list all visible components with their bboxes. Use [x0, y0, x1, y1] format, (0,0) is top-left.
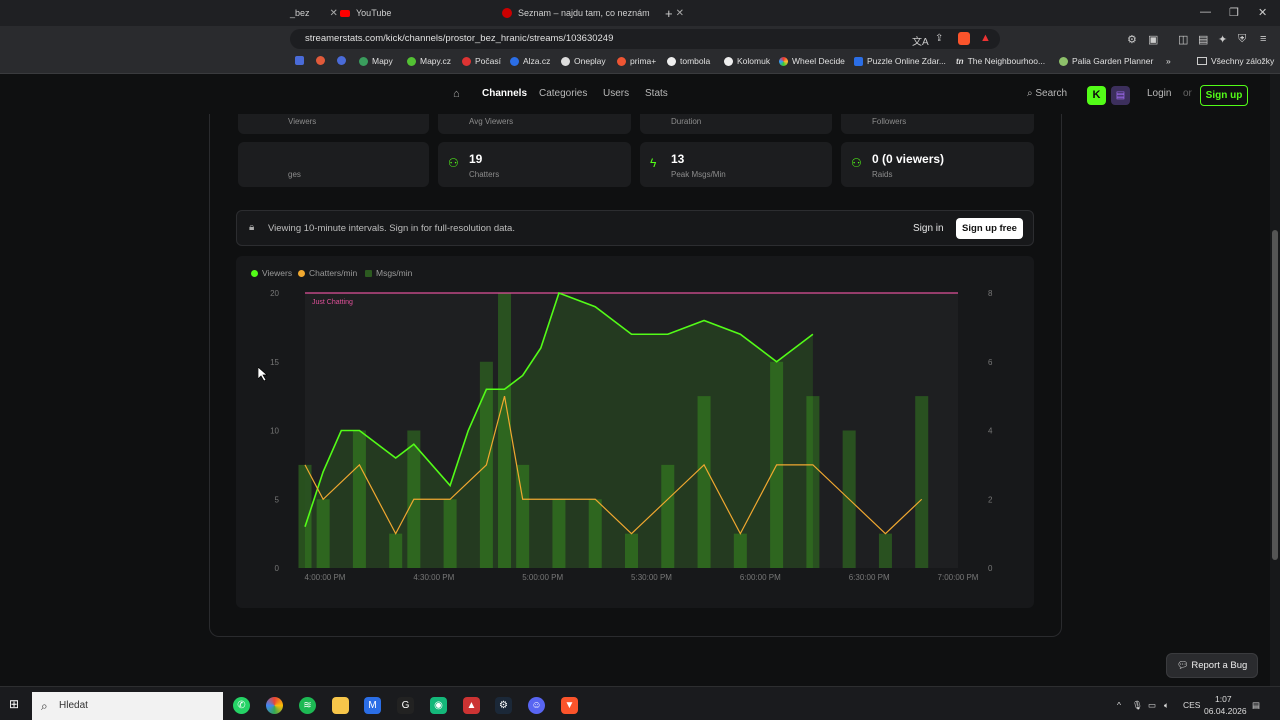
chrome-icon[interactable]	[266, 697, 283, 714]
y-left-tick-label: 15	[270, 358, 279, 367]
microphone-icon[interactable]: 🎙︎	[1132, 700, 1143, 711]
x-tick-label: 6:00:00 PM	[740, 573, 781, 582]
app-green-icon[interactable]: ◉	[430, 697, 447, 714]
category-annotation: Just Chatting	[312, 299, 353, 306]
y-left-tick-label: 0	[275, 564, 280, 573]
stream-chart[interactable]: Just Chatting 0 5 10 15 20 0 2 4 6 8 4:00:00 PM 4:30…	[0, 0, 1280, 720]
mouse-cursor	[258, 367, 268, 381]
msgs-bar	[878, 533, 892, 568]
msgs-bar	[915, 396, 929, 568]
steam-icon[interactable]: ⚙	[495, 697, 512, 714]
y-right-tick-label: 0	[988, 564, 993, 573]
y-right-tick-label: 8	[988, 289, 993, 298]
x-tick-label: 5:00:00 PM	[522, 573, 563, 582]
x-tick-label: 7:00:00 PM	[938, 573, 979, 582]
volume-icon[interactable]: 🔈︎	[1164, 700, 1169, 711]
spotify-icon[interactable]: ≋	[299, 697, 316, 714]
x-tick-label: 4:30:00 PM	[413, 573, 454, 582]
x-tick-label: 4:00:00 PM	[305, 573, 346, 582]
x-tick-label: 6:30:00 PM	[849, 573, 890, 582]
search-icon: ⌕	[41, 699, 48, 713]
y-left-tick-label: 20	[270, 289, 279, 298]
app-m-icon[interactable]: M	[364, 697, 381, 714]
y-left-tick-label: 5	[275, 495, 280, 504]
network-icon[interactable]: ▭	[1148, 700, 1156, 711]
brave-icon[interactable]: ▼	[561, 697, 578, 714]
app-red-icon[interactable]: ▲	[463, 697, 480, 714]
language-indicator[interactable]: CES	[1183, 700, 1200, 710]
clock-date[interactable]: 06.04.2026	[1204, 706, 1247, 716]
y-right-tick-label: 6	[988, 358, 993, 367]
file-explorer-icon[interactable]	[332, 697, 349, 714]
x-tick-label: 5:30:00 PM	[631, 573, 672, 582]
search-placeholder: Hledat	[59, 700, 88, 711]
report-bug-label: Report a Bug	[1191, 660, 1248, 671]
clock-time[interactable]: 1:07	[1215, 694, 1232, 704]
report-bug-button[interactable]: 💬︎ Report a Bug	[1166, 653, 1258, 678]
y-left-tick-label: 10	[270, 427, 279, 436]
tray-chevron-icon[interactable]: ^	[1117, 700, 1121, 710]
y-right-tick-label: 4	[988, 427, 993, 436]
y-right-tick-label: 2	[988, 495, 993, 504]
windows-start-icon[interactable]: ⊞	[9, 697, 19, 711]
notifications-icon[interactable]: ▤	[1252, 700, 1260, 711]
chat-icon: 💬︎	[1176, 660, 1189, 671]
whatsapp-icon[interactable]: ✆	[233, 697, 250, 714]
discord-icon[interactable]: ☺	[528, 697, 545, 714]
app-g-icon[interactable]: G	[397, 697, 414, 714]
taskbar-search[interactable]: ⌕ Hledat	[32, 692, 223, 720]
